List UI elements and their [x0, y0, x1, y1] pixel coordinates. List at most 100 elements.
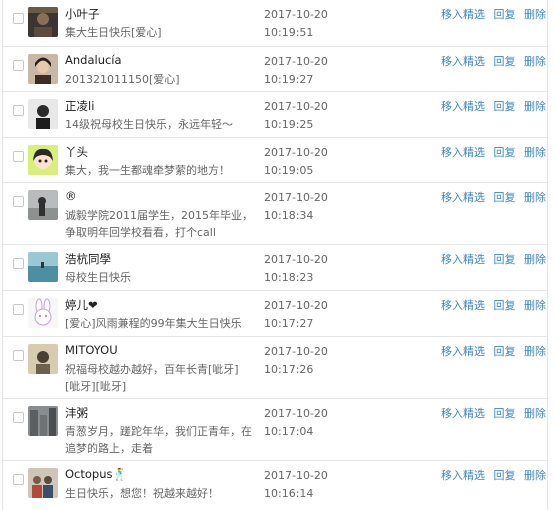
feature-button[interactable]: 移入精选 [441, 191, 485, 204]
select-checkbox[interactable] [13, 196, 24, 207]
commenter-name: 浩杭同學 [65, 252, 111, 266]
avatar [28, 99, 58, 129]
reply-button[interactable]: 回复 [494, 8, 516, 21]
avatar [28, 252, 58, 282]
row-actions: 移入精选 回复 删除 [441, 144, 546, 160]
comment-text: 14级祝母校生日快乐，永远年轻～ [65, 118, 233, 131]
comment-row: 正凌li 14级祝母校生日快乐，永远年轻～ 2017-10-20 10:19:2… [3, 92, 547, 138]
avatar [28, 298, 58, 328]
delete-button[interactable]: 删除 [524, 191, 546, 204]
comment-time: 2017-10-20 10:17:27 [264, 299, 328, 330]
comment-time: 2017-10-20 10:16:14 [264, 469, 328, 500]
row-actions: 移入精选 回复 删除 [441, 189, 546, 205]
comment-row: ® 诚毅学院2011届学生，2015年毕业，争取明年回学校看看，打个call 2… [3, 183, 547, 245]
comment-time: 2017-10-20 10:19:27 [264, 55, 328, 86]
comment-text: 青葱岁月，蹉跎年华，我们正青年，在追梦的路上，走着 [65, 425, 252, 455]
delete-button[interactable]: 删除 [524, 55, 546, 68]
feature-button[interactable]: 移入精选 [441, 407, 485, 420]
avatar [28, 190, 58, 220]
commenter-name: 丫头 [65, 145, 88, 159]
avatar [28, 406, 58, 436]
commenter-name: MITOYOU [65, 343, 118, 357]
avatar [28, 344, 58, 374]
reply-button[interactable]: 回复 [494, 299, 516, 312]
feature-button[interactable]: 移入精选 [441, 345, 485, 358]
feature-button[interactable]: 移入精选 [441, 8, 485, 21]
reply-button[interactable]: 回复 [494, 345, 516, 358]
avatar [28, 7, 58, 37]
reply-button[interactable]: 回复 [494, 55, 516, 68]
comment-row: MITOYOU 祝福母校越办越好，百年长青[呲牙][呲牙][呲牙] 2017-1… [3, 337, 547, 399]
commenter-name: ® [65, 189, 77, 203]
delete-button[interactable]: 删除 [524, 345, 546, 358]
comment-row: 沣粥 青葱岁月，蹉跎年华，我们正青年，在追梦的路上，走着 2017-10-20 … [3, 399, 547, 461]
commenter-name: Octopus🕺 [65, 467, 127, 481]
feature-button[interactable]: 移入精选 [441, 469, 485, 482]
comment-text: 生日快乐，想您！祝越来越好！ [65, 487, 219, 500]
row-actions: 移入精选 回复 删除 [441, 467, 546, 483]
comment-list: 小叶子 集大生日快乐[爱心] 2017-10-20 10:19:51 移入精选 … [2, 0, 548, 510]
reply-button[interactable]: 回复 [494, 100, 516, 113]
reply-button[interactable]: 回复 [494, 191, 516, 204]
select-checkbox[interactable] [13, 350, 24, 361]
avatar [28, 54, 58, 84]
row-actions: 移入精选 回复 删除 [441, 251, 546, 267]
delete-button[interactable]: 删除 [524, 299, 546, 312]
comment-time: 2017-10-20 10:19:25 [264, 100, 328, 131]
select-checkbox[interactable] [13, 60, 24, 71]
delete-button[interactable]: 删除 [524, 8, 546, 21]
select-checkbox[interactable] [13, 151, 24, 162]
comment-time: 2017-10-20 10:17:04 [264, 407, 328, 438]
delete-button[interactable]: 删除 [524, 407, 546, 420]
row-actions: 移入精选 回复 删除 [441, 343, 546, 359]
comment-row: Octopus🕺 生日快乐，想您！祝越来越好！ 2017-10-20 10:16… [3, 461, 547, 510]
comment-text: 祝福母校越办越好，百年长青[呲牙][呲牙][呲牙] [65, 363, 239, 393]
delete-button[interactable]: 删除 [524, 100, 546, 113]
reply-button[interactable]: 回复 [494, 146, 516, 159]
comment-text: 诚毅学院2011届学生，2015年毕业，争取明年回学校看看，打个call [65, 209, 253, 239]
select-checkbox[interactable] [13, 474, 24, 485]
comment-time: 2017-10-20 10:18:23 [264, 253, 328, 284]
delete-button[interactable]: 删除 [524, 146, 546, 159]
comment-row: 婷儿❤ [爱心]风雨兼程的99年集大生日快乐 2017-10-20 10:17:… [3, 291, 547, 337]
delete-button[interactable]: 删除 [524, 253, 546, 266]
comment-text: 集大，我一生都魂牵梦萦的地方！ [65, 164, 230, 177]
commenter-name: 正凌li [65, 99, 95, 113]
row-actions: 移入精选 回复 删除 [441, 297, 546, 313]
reply-button[interactable]: 回复 [494, 407, 516, 420]
commenter-name: 小叶子 [65, 7, 100, 21]
feature-button[interactable]: 移入精选 [441, 253, 485, 266]
avatar [28, 145, 58, 175]
reply-button[interactable]: 回复 [494, 469, 516, 482]
comment-text: [爱心]风雨兼程的99年集大生日快乐 [65, 317, 242, 330]
select-checkbox[interactable] [13, 304, 24, 315]
comment-text: 集大生日快乐[爱心] [65, 26, 162, 39]
comment-row: 小叶子 集大生日快乐[爱心] 2017-10-20 10:19:51 移入精选 … [3, 0, 547, 47]
comment-time: 2017-10-20 10:17:26 [264, 345, 328, 376]
comment-time: 2017-10-20 10:19:05 [264, 146, 328, 177]
comment-time: 2017-10-20 10:19:51 [264, 8, 328, 39]
delete-button[interactable]: 删除 [524, 469, 546, 482]
reply-button[interactable]: 回复 [494, 253, 516, 266]
select-checkbox[interactable] [13, 13, 24, 24]
select-checkbox[interactable] [13, 412, 24, 423]
row-actions: 移入精选 回复 删除 [441, 98, 546, 114]
select-checkbox[interactable] [13, 258, 24, 269]
feature-button[interactable]: 移入精选 [441, 100, 485, 113]
comment-text: 母校生日快乐 [65, 271, 131, 284]
row-actions: 移入精选 回复 删除 [441, 6, 546, 22]
commenter-name: 婷儿❤ [65, 298, 98, 312]
comment-row: 浩杭同學 母校生日快乐 2017-10-20 10:18:23 移入精选 回复 … [3, 245, 547, 291]
feature-button[interactable]: 移入精选 [441, 146, 485, 159]
avatar [28, 468, 58, 498]
feature-button[interactable]: 移入精选 [441, 299, 485, 312]
feature-button[interactable]: 移入精选 [441, 55, 485, 68]
select-checkbox[interactable] [13, 105, 24, 116]
row-actions: 移入精选 回复 删除 [441, 53, 546, 69]
comment-row: 丫头 集大，我一生都魂牵梦萦的地方！ 2017-10-20 10:19:05 移… [3, 138, 547, 183]
comment-time: 2017-10-20 10:18:34 [264, 191, 328, 222]
commenter-name: Andalucía [65, 53, 122, 67]
comment-text: 201321011150[爱心] [65, 73, 180, 86]
comment-row: Andalucía 201321011150[爱心] 2017-10-20 10… [3, 47, 547, 92]
commenter-name: 沣粥 [65, 406, 88, 420]
